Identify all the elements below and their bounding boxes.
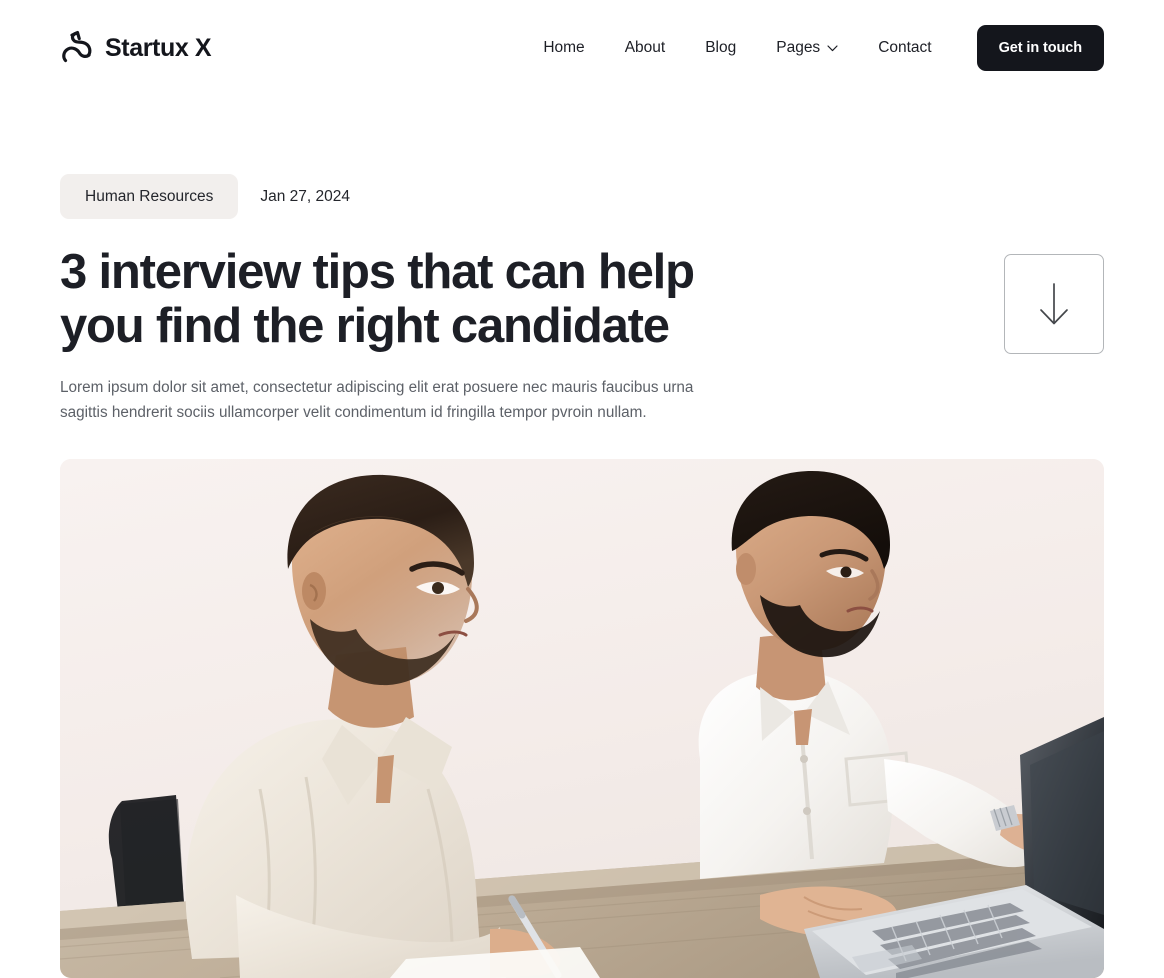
swoosh-arrow-logo-icon bbox=[62, 30, 92, 63]
publish-date: Jan 27, 2024 bbox=[260, 187, 350, 205]
article-lede: Lorem ipsum dolor sit amet, consectetur … bbox=[60, 379, 694, 421]
page-title: 3 interview tips that can help you find … bbox=[60, 245, 695, 353]
brand-logo[interactable]: Startux X bbox=[60, 30, 212, 66]
hero-image-illustration bbox=[60, 459, 1104, 978]
scroll-down-button[interactable] bbox=[1004, 254, 1104, 354]
nav-item-blog-label: Blog bbox=[705, 39, 737, 57]
chevron-down-icon bbox=[827, 44, 838, 51]
nav-item-pages-label: Pages bbox=[776, 39, 821, 57]
nav-item-blog[interactable]: Blog bbox=[685, 40, 756, 56]
arrow-down-icon bbox=[1040, 283, 1068, 325]
site-header: Startux X Home About Blog Pages Contact bbox=[0, 0, 1164, 96]
nav-item-about-label: About bbox=[624, 39, 666, 57]
hero-image bbox=[60, 459, 1104, 978]
nav-item-home[interactable]: Home bbox=[523, 40, 604, 56]
headline-row: 3 interview tips that can help you find … bbox=[60, 245, 1104, 354]
nav-item-contact-label: Contact bbox=[878, 39, 932, 57]
main-navigation: Home About Blog Pages Contact Get in tou… bbox=[523, 25, 1104, 71]
brand-name: Startux X bbox=[105, 33, 212, 62]
nav-item-home-label: Home bbox=[543, 39, 585, 57]
nav-item-pages[interactable]: Pages bbox=[756, 40, 858, 56]
nav-item-contact[interactable]: Contact bbox=[858, 40, 951, 56]
nav-item-about[interactable]: About bbox=[605, 40, 686, 56]
page-root: Startux X Home About Blog Pages Contact bbox=[0, 0, 1164, 978]
category-badge[interactable]: Human Resources bbox=[60, 174, 239, 219]
article-meta: Human Resources Jan 27, 2024 bbox=[60, 96, 1104, 219]
article-header: Human Resources Jan 27, 2024 3 interview… bbox=[0, 96, 1164, 426]
get-in-touch-button[interactable]: Get in touch bbox=[976, 25, 1104, 71]
